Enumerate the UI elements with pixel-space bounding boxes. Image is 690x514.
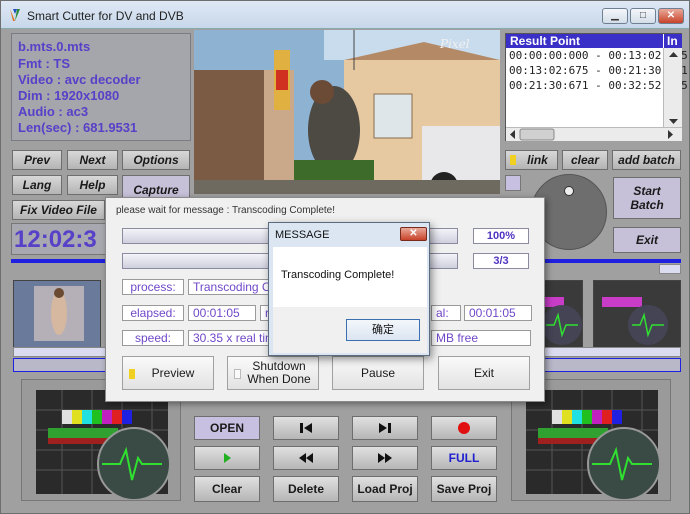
- exit-button[interactable]: Exit: [613, 227, 681, 253]
- progress-percent: 100%: [473, 228, 529, 244]
- result-list[interactable]: Result Point In 00:00:00:000 - 00:13:02:…: [505, 33, 688, 141]
- minimize-button[interactable]: ▁: [602, 8, 628, 24]
- preview-label: Preview: [151, 366, 195, 380]
- prev-frame-button[interactable]: [273, 416, 339, 440]
- maximize-button[interactable]: □: [630, 8, 656, 24]
- result-header-in: In: [664, 34, 682, 48]
- window-title: Smart Cutter for DV and DVB: [27, 9, 184, 23]
- fast-forward-button[interactable]: [352, 446, 418, 470]
- message-title: MESSAGE: [275, 229, 330, 241]
- lang-button[interactable]: Lang: [12, 175, 62, 195]
- fix-video-file-button[interactable]: Fix Video File: [12, 200, 105, 220]
- pause-button[interactable]: Pause: [332, 356, 424, 390]
- ok-button[interactable]: 确定: [346, 319, 420, 341]
- file-info-panel: b.mts.0.mts Fmt : TS Video : avc decoder…: [11, 33, 191, 141]
- disk-free-value: MB free: [431, 330, 531, 346]
- thumbnail-right-2-image: [594, 281, 680, 349]
- link-label: link: [527, 153, 548, 167]
- record-icon: [458, 422, 470, 434]
- preview-button[interactable]: Preview: [122, 356, 214, 390]
- link-button[interactable]: link: [505, 150, 558, 170]
- result-row[interactable]: 00:13:02:675 - 00:21:30:671: [509, 64, 688, 77]
- thumbnail-left-image: [14, 281, 100, 349]
- clear-button[interactable]: Clear: [194, 476, 260, 502]
- fast-forward-icon: [378, 453, 392, 463]
- rewind-button[interactable]: [273, 446, 339, 470]
- record-button[interactable]: [431, 416, 497, 440]
- elapsed-value: 00:01:05: [188, 305, 256, 321]
- progress-dialog-title: please wait for message : Transcoding Co…: [116, 205, 335, 216]
- help-button[interactable]: Help: [67, 175, 118, 195]
- add-batch-button[interactable]: add batch: [612, 150, 681, 170]
- scroll-arrows-icon: [669, 52, 678, 124]
- full-button[interactable]: FULL: [431, 446, 497, 470]
- hscroll-icon: [510, 128, 673, 141]
- title-bar: Smart Cutter for DV and DVB ▁ □ ✕: [1, 1, 689, 29]
- video-frame-image: Pixel: [194, 30, 500, 194]
- total-label: al:: [431, 305, 461, 321]
- options-button[interactable]: Options: [122, 150, 190, 170]
- file-count: 3/3: [473, 253, 529, 269]
- svg-text:Pixel: Pixel: [439, 37, 470, 51]
- video-dimensions: Dim : 1920x1080: [18, 88, 120, 103]
- load-project-button[interactable]: Load Proj: [352, 476, 418, 502]
- video-preview: Pixel: [194, 30, 500, 194]
- play-button[interactable]: [194, 446, 260, 470]
- main-window: Smart Cutter for DV and DVB ▁ □ ✕ b.mts.…: [0, 0, 690, 514]
- message-footer: 确定: [273, 307, 427, 353]
- time-display: 12:02:3: [11, 223, 116, 255]
- app-logo-icon: [10, 9, 20, 21]
- close-button[interactable]: ✕: [658, 8, 684, 24]
- message-box: MESSAGE ✕ Transcoding Complete! 确定: [268, 222, 430, 356]
- audio-codec: Audio : ac3: [18, 104, 89, 119]
- start-batch-button[interactable]: Start Batch: [613, 177, 681, 219]
- file-format: Fmt : TS: [18, 56, 70, 71]
- vertical-scrollbar[interactable]: [663, 48, 682, 128]
- next-frame-button[interactable]: [352, 416, 418, 440]
- delete-button[interactable]: Delete: [273, 476, 339, 502]
- result-row[interactable]: 00:21:30:671 - 00:32:52:625: [509, 79, 688, 92]
- jog-dial-knob-icon: [564, 186, 574, 196]
- rewind-icon: [299, 453, 313, 463]
- shutdown-label: Shutdown When Done: [247, 359, 311, 386]
- open-button[interactable]: OPEN: [194, 416, 260, 440]
- process-value: Transcoding C: [188, 279, 270, 295]
- speed-label: speed:: [122, 330, 184, 346]
- thumbnail-right-2[interactable]: [593, 280, 681, 350]
- horizontal-scrollbar[interactable]: [506, 127, 682, 141]
- next-button[interactable]: Next: [67, 150, 118, 170]
- total-value: 00:01:05: [464, 305, 532, 321]
- prev-frame-icon: [300, 423, 312, 433]
- result-row[interactable]: 00:00:00:000 - 00:13:02:675: [509, 49, 688, 62]
- elapsed-label: elapsed:: [122, 305, 184, 321]
- preview-indicator-icon: [129, 369, 135, 379]
- play-icon: [224, 453, 231, 463]
- prev-button[interactable]: Prev: [12, 150, 62, 170]
- speed-value: 30.35 x real tim: [188, 330, 270, 346]
- timeline-handle[interactable]: [659, 264, 681, 274]
- small-color-swatch: [505, 175, 521, 191]
- result-header: Result Point: [506, 34, 663, 48]
- clear-list-button[interactable]: clear: [562, 150, 608, 170]
- link-indicator-icon: [510, 155, 516, 165]
- save-project-button[interactable]: Save Proj: [431, 476, 497, 502]
- process-label: process:: [122, 279, 184, 295]
- file-name: b.mts.0.mts: [18, 39, 91, 54]
- next-frame-icon: [379, 423, 391, 433]
- video-codec: Video : avc decoder: [18, 72, 141, 87]
- message-text: Transcoding Complete!: [281, 269, 395, 281]
- thumbnail-left[interactable]: [13, 280, 101, 350]
- dialog-exit-button[interactable]: Exit: [438, 356, 530, 390]
- message-close-button[interactable]: ✕: [400, 227, 427, 241]
- shutdown-when-done-checkbox[interactable]: Shutdown When Done: [227, 356, 319, 390]
- checkbox-icon: [234, 369, 241, 379]
- video-length: Len(sec) : 681.9531: [18, 120, 138, 135]
- message-body: Transcoding Complete!: [273, 247, 427, 307]
